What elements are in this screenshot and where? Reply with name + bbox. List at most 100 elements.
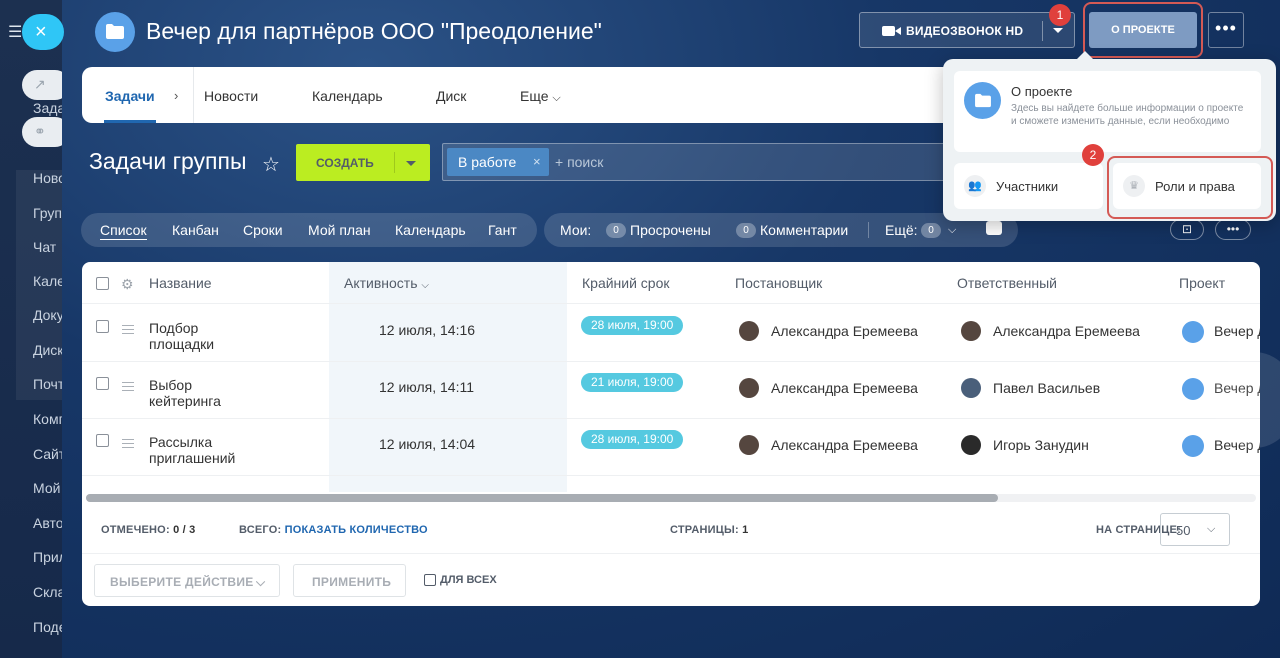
tab-more[interactable]: Еще ⌵ <box>520 88 561 105</box>
about-project-button[interactable]: О ПРОЕКТЕ <box>1089 12 1197 48</box>
close-icon[interactable]: × <box>533 154 541 169</box>
sidebar-item[interactable]: Мой <box>33 480 60 496</box>
video-call-button[interactable]: ВИДЕОЗВОНОК HD <box>859 12 1075 48</box>
column-deadline[interactable]: Крайний срок <box>582 275 670 291</box>
counter-overdue[interactable]: Просрочены <box>630 222 711 238</box>
chat-icon[interactable] <box>986 221 1002 235</box>
sidebar-item[interactable]: Скла <box>33 584 65 600</box>
project-avatar <box>1182 378 1204 400</box>
task-activity: 12 июля, 14:04 <box>379 436 476 452</box>
members-button[interactable]: 👥 Участники <box>954 163 1103 209</box>
column-name[interactable]: Название <box>149 275 212 291</box>
creator-name[interactable]: Александра Еремеева <box>771 380 918 396</box>
creator-name[interactable]: Александра Еремеева <box>771 323 918 339</box>
total-count: ВСЕГО: ПОКАЗАТЬ КОЛИЧЕСТВО <box>239 524 428 536</box>
task-name[interactable]: Подбор площадки <box>149 320 259 352</box>
about-project-card[interactable]: О проекте Здесь вы найдете больше информ… <box>954 71 1261 152</box>
tab-calendar[interactable]: Календарь <box>312 88 383 104</box>
task-name[interactable]: Выбор кейтеринга <box>149 377 259 409</box>
search-input[interactable]: В работе × + поиск <box>442 143 962 181</box>
robot-icon[interactable]: ⊡ <box>1170 219 1204 240</box>
view-my-plan[interactable]: Мой план <box>308 222 371 238</box>
star-icon[interactable]: ☆ <box>262 152 280 177</box>
create-button[interactable]: СОЗДАТЬ <box>296 144 430 181</box>
project-avatar <box>964 82 1001 119</box>
column-project[interactable]: Проект <box>1179 275 1225 291</box>
counter-comments[interactable]: Комментарии <box>760 222 848 238</box>
row-checkbox[interactable] <box>96 320 109 333</box>
selected-value: 0 / 3 <box>173 524 196 536</box>
page-title: Задачи группы <box>89 148 247 174</box>
responsible-name[interactable]: Павел Васильев <box>993 380 1100 396</box>
per-page-select[interactable]: 50 ⌵ <box>1160 513 1230 546</box>
filter-chip[interactable]: В работе × <box>447 148 549 176</box>
view-kanban[interactable]: Канбан <box>172 222 219 238</box>
tab-disk[interactable]: Диск <box>436 88 466 104</box>
view-calendar[interactable]: Календарь <box>395 222 466 238</box>
sidebar-item[interactable]: Почт <box>33 376 64 392</box>
view-gantt[interactable]: Гант <box>488 222 517 238</box>
counter-more[interactable]: Ещё: <box>885 222 918 238</box>
chevron-down-icon[interactable]: ⌵ <box>948 224 956 237</box>
table-row[interactable]: Рассылка приглашений 12 июля, 14:04 28 и… <box>82 419 1260 476</box>
apply-button[interactable]: ПРИМЕНИТЬ <box>293 564 406 597</box>
drag-handle-icon[interactable] <box>122 382 134 391</box>
deadline-badge[interactable]: 28 июля, 19:00 <box>581 316 684 335</box>
sidebar-item[interactable]: Доку <box>33 307 64 323</box>
more-options-button[interactable]: ••• <box>1208 12 1244 48</box>
close-slider-button[interactable]: × <box>22 14 64 50</box>
column-responsible[interactable]: Ответственный <box>957 275 1057 291</box>
deadline-badge[interactable]: 28 июля, 19:00 <box>581 430 684 449</box>
view-list[interactable]: Список <box>100 222 147 240</box>
chevron-down-icon[interactable] <box>1053 28 1063 33</box>
menu-icon[interactable]: ☰ <box>8 22 22 42</box>
deadline-badge[interactable]: 21 июля, 19:00 <box>581 373 684 392</box>
chevron-down-icon[interactable] <box>406 161 416 166</box>
apply-label: ПРИМЕНИТЬ <box>312 575 392 589</box>
view-switcher: Список Канбан Сроки Мой план Календарь Г… <box>81 213 537 247</box>
sidebar-item[interactable]: Груп <box>33 205 62 221</box>
tab-tasks[interactable]: Задачи <box>105 88 155 104</box>
divider <box>1042 21 1043 41</box>
drag-handle-icon[interactable] <box>122 439 134 448</box>
table-row[interactable]: Выбор кейтеринга 12 июля, 14:11 21 июля,… <box>82 362 1260 419</box>
view-deadlines[interactable]: Сроки <box>243 222 283 238</box>
create-label: СОЗДАТЬ <box>316 156 374 170</box>
horizontal-scrollbar[interactable] <box>86 494 1256 502</box>
creator-name[interactable]: Александра Еремеева <box>771 437 918 453</box>
show-count-link[interactable]: ПОКАЗАТЬ КОЛИЧЕСТВО <box>285 524 428 536</box>
sidebar-item[interactable]: Кале <box>33 273 65 289</box>
table-row[interactable]: Подбор площадки 12 июля, 14:16 28 июля, … <box>82 305 1260 362</box>
pages-value[interactable]: 1 <box>742 524 748 536</box>
task-name[interactable]: Рассылка приглашений <box>149 434 259 466</box>
divider <box>193 67 194 123</box>
sidebar-item[interactable]: Чат <box>33 239 56 255</box>
sidebar-item[interactable]: Авто <box>33 515 64 531</box>
project-name[interactable]: Вечер д <box>1214 323 1260 339</box>
for-all-checkbox[interactable] <box>424 574 436 586</box>
camera-icon <box>882 26 901 36</box>
column-activity[interactable]: Активность ⌵ <box>344 275 429 291</box>
sidebar-item[interactable]: Диск <box>33 342 63 358</box>
scrollbar-thumb[interactable] <box>86 494 998 502</box>
column-creator[interactable]: Постановщик <box>735 275 822 291</box>
project-title: Вечер для партнёров ООО "Преодоление" <box>146 18 602 44</box>
responsible-name[interactable]: Александра Еремеева <box>993 323 1140 339</box>
row-checkbox[interactable] <box>96 434 109 447</box>
tasks-grid: ⚙ Название Активность ⌵ Крайний срок Пос… <box>82 262 1260 606</box>
action-select[interactable]: ВЫБЕРИТЕ ДЕЙСТВИЕ ⌵ <box>94 564 280 597</box>
drag-handle-icon[interactable] <box>122 325 134 334</box>
gear-icon[interactable]: ⚙ <box>121 276 134 293</box>
more-options-button[interactable]: ••• <box>1215 219 1251 240</box>
tab-news[interactable]: Новости <box>204 88 258 104</box>
filter-chip-label: В работе <box>458 154 517 170</box>
divider <box>82 553 1260 554</box>
row-checkbox[interactable] <box>96 377 109 390</box>
sidebar-item[interactable]: Сайт <box>33 446 65 462</box>
responsible-name[interactable]: Игорь Занудин <box>993 437 1089 453</box>
select-all-checkbox[interactable] <box>96 277 109 290</box>
project-avatar <box>1182 435 1204 457</box>
next-slide-arrow[interactable]: › <box>1214 352 1280 448</box>
chevron-down-icon: ⌵ <box>1207 523 1216 535</box>
avatar <box>739 378 759 398</box>
